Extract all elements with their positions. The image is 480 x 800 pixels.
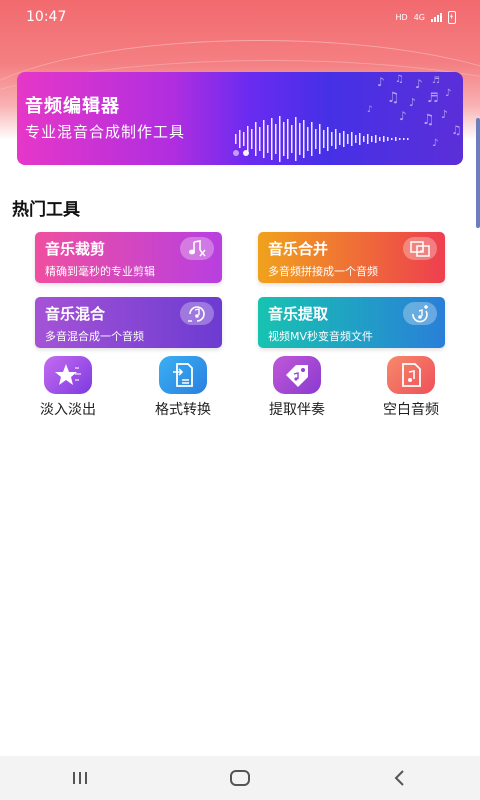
music-extract-icon	[403, 302, 437, 325]
quick-tool-label: 提取伴奏	[269, 402, 325, 418]
svg-text:♬: ♬	[427, 91, 439, 106]
banner-pagination	[233, 150, 249, 156]
music-scissors-icon	[180, 237, 214, 260]
quick-tool-label: 空白音频	[383, 402, 439, 418]
pagination-dot-active	[243, 150, 249, 156]
tool-card-music-extract[interactable]: 音乐提取 视频MV秒变音频文件	[258, 297, 445, 348]
merge-icon	[403, 237, 437, 260]
quick-tool-blank-audio[interactable]: 空白音频	[371, 356, 451, 419]
tool-card-title: 音乐合并	[268, 240, 329, 258]
tool-card-music-cut[interactable]: 音乐裁剪 精确到毫秒的专业剪辑	[35, 232, 222, 283]
svg-text:♪: ♪	[377, 75, 385, 89]
sound-wave-illustration: ♪ ♫ ♪ ♬ ♫ ♪ ♬ ♪ ♪ ♫ ♪♫ ♪♪	[235, 74, 462, 162]
tool-card-title: 音乐混合	[45, 305, 106, 323]
recent-apps-icon	[73, 772, 87, 784]
svg-text:♪: ♪	[432, 138, 438, 149]
back-button[interactable]	[370, 758, 430, 798]
system-nav-bar	[0, 756, 480, 800]
back-icon	[394, 770, 404, 786]
pagination-dot	[233, 150, 239, 156]
home-icon	[230, 770, 250, 786]
banner-title: 音频编辑器	[25, 96, 120, 117]
quick-tool-extract-accompaniment[interactable]: 提取伴奏	[257, 356, 337, 419]
tool-card-music-mix[interactable]: 音乐混合 多音混合成一个音频	[35, 297, 222, 348]
svg-text:♪: ♪	[399, 109, 407, 123]
network-type: 4G	[413, 12, 425, 22]
recent-apps-button[interactable]	[50, 758, 110, 798]
tool-card-title: 音乐提取	[268, 305, 329, 323]
battery-charging-icon	[448, 10, 456, 24]
tool-card-title: 音乐裁剪	[45, 240, 106, 258]
banner-subtitle: 专业混音合成制作工具	[25, 123, 186, 141]
svg-text:♪: ♪	[441, 108, 448, 121]
svg-text:♪: ♪	[415, 77, 423, 91]
svg-text:♫: ♫	[422, 112, 435, 128]
music-mix-icon	[180, 302, 214, 325]
tool-card-desc: 视频MV秒变音频文件	[268, 330, 374, 343]
tag-music-icon	[273, 356, 321, 394]
quick-tool-format-convert[interactable]: 格式转换	[143, 356, 223, 419]
hot-tools-title: 热门工具	[12, 200, 80, 220]
hd-icon: HD	[395, 12, 408, 22]
status-bar: 10:47 HD 4G	[0, 0, 480, 34]
svg-text:♬: ♬	[432, 76, 440, 86]
file-convert-icon	[159, 356, 207, 394]
scrollbar[interactable]	[476, 118, 480, 228]
svg-text:♫: ♫	[451, 123, 462, 137]
home-button[interactable]	[210, 758, 270, 798]
tool-card-desc: 多音混合成一个音频	[45, 330, 144, 343]
svg-text:♫: ♫	[395, 74, 404, 85]
quick-tool-label: 淡入淡出	[40, 402, 96, 418]
blank-music-file-icon	[387, 356, 435, 394]
svg-text:♪: ♪	[367, 105, 373, 115]
star-fade-icon	[44, 356, 92, 394]
tool-card-music-merge[interactable]: 音乐合并 多音频拼接成一个音频	[258, 232, 445, 283]
svg-text:♫: ♫	[387, 90, 400, 106]
banner-carousel[interactable]: 音频编辑器 专业混音合成制作工具 ♪ ♫ ♪ ♬ ♫ ♪ ♬ ♪ ♪ ♫ ♪ ♫…	[17, 72, 463, 165]
quick-tool-label: 格式转换	[155, 402, 211, 418]
tool-card-desc: 精确到毫秒的专业剪辑	[45, 265, 155, 278]
signal-icon	[431, 12, 442, 22]
tool-card-desc: 多音频拼接成一个音频	[268, 265, 378, 278]
svg-text:♪: ♪	[409, 96, 416, 109]
svg-text:♪: ♪	[445, 88, 451, 99]
quick-tool-fade[interactable]: 淡入淡出	[28, 356, 108, 419]
status-time: 10:47	[26, 9, 67, 25]
